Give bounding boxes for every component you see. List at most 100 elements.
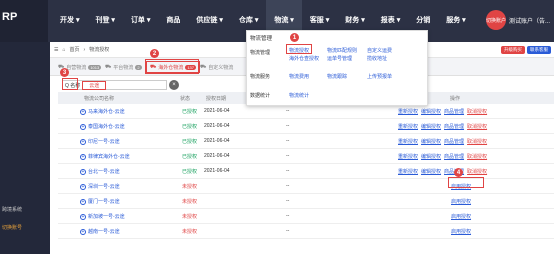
highlight-box: [448, 177, 484, 188]
table-row: + 厦门一号-云途 未授权 -- 启用授权: [58, 194, 554, 209]
row-note: --: [286, 168, 290, 174]
tab-platform-logistics[interactable]: ⛟ 平台物流 2: [105, 61, 142, 73]
nav-label: 仓库: [238, 17, 253, 24]
reauthorize-link[interactable]: 重新授权: [398, 124, 418, 130]
cancel-auth-link[interactable]: 取消授权: [467, 124, 487, 130]
auth-date: 2021-06-04: [204, 123, 230, 129]
enable-auth-link[interactable]: 启用授权: [451, 199, 471, 205]
row-name: 越南一号-云途: [88, 229, 120, 235]
row-name: 新加坡一号-云途: [88, 214, 125, 220]
logistics-name-link[interactable]: + 越南一号-云途: [80, 228, 120, 235]
status-badge: 已授权: [182, 154, 198, 160]
row-note: --: [286, 183, 290, 189]
product-manage-link[interactable]: 商品管理: [444, 109, 464, 115]
cancel-auth-link[interactable]: 取消授权: [467, 154, 487, 160]
breadcrumb-current: 物流授权: [89, 47, 110, 53]
menu-item-upload-forecast[interactable]: 上传预报单: [367, 73, 392, 80]
nav-develop[interactable]: 开发 ▾: [52, 0, 87, 42]
sidebar-item-cross-border[interactable]: 跨境系统: [2, 206, 22, 213]
nav-supply[interactable]: 供应链 ▾: [188, 0, 230, 42]
expand-icon: +: [80, 169, 86, 175]
nav-services[interactable]: 服务 ▾: [438, 0, 473, 42]
reauthorize-link[interactable]: 重新授权: [398, 154, 418, 160]
contact-service-button[interactable]: 联系客服: [527, 46, 551, 54]
edit-auth-link[interactable]: 编辑授权: [421, 139, 441, 145]
sidebar-item-switch-account[interactable]: 切换账号: [2, 224, 22, 231]
menu-item-custom-freight[interactable]: 自定义运费: [367, 47, 392, 54]
logistics-dropdown-menu: 物流管理 物流管理 物流授权 物流匹配规则 自定义运费 海外仓查授权 运单号管理…: [246, 30, 428, 106]
edit-auth-link[interactable]: 编辑授权: [421, 169, 441, 175]
logistics-name-link[interactable]: + 厦门一号-云途: [80, 198, 120, 205]
tab-count: 1013: [88, 64, 102, 70]
nav-products[interactable]: 商品: [158, 0, 188, 42]
expand-icon: +: [80, 154, 86, 160]
nav-label: 物流: [274, 17, 289, 24]
menu-icon[interactable]: ☰: [50, 47, 58, 53]
logistics-name-link[interactable]: + 泰国海外仓-云途: [80, 123, 125, 130]
status-badge: 已授权: [182, 124, 198, 130]
reauthorize-link[interactable]: 重新授权: [398, 139, 418, 145]
menu-item-logistics-fee[interactable]: 物流费用: [289, 73, 309, 80]
status-badge: 未授权: [182, 229, 198, 235]
status-badge: 未授权: [182, 184, 198, 190]
nav-label: 商品: [166, 17, 181, 24]
row-note: --: [286, 138, 290, 144]
auth-date: 2021-06-04: [204, 108, 230, 114]
menu-item-pickup-address[interactable]: 揽收地址: [367, 55, 387, 62]
menu-item-tracking[interactable]: 物流跟踪: [327, 73, 347, 80]
nav-listing[interactable]: 刊登 ▾: [87, 0, 122, 42]
row-actions: 重新授权编辑授权商品管理取消授权: [398, 168, 490, 175]
table-row: + 马来海外仓-云途 已授权 2021-06-04 -- 重新授权 编辑授权 商品管理…: [58, 104, 554, 119]
row-actions: 启用授权: [451, 213, 474, 220]
menu-item-overseas-auth[interactable]: 海外仓查授权: [289, 55, 319, 62]
expand-icon: +: [80, 124, 86, 130]
product-manage-link[interactable]: 商品管理: [444, 154, 464, 160]
tab-label: 平台物流: [113, 64, 134, 71]
tab-label: 自营物流: [66, 64, 87, 71]
brand-logo[interactable]: RP: [0, 0, 48, 42]
cancel-auth-link[interactable]: 取消授权: [467, 109, 487, 115]
row-note: --: [286, 213, 290, 219]
tab-custom-logistics[interactable]: ⛟ 自定义物流: [200, 61, 233, 73]
product-manage-link[interactable]: 商品管理: [444, 139, 464, 145]
expand-icon: +: [80, 199, 86, 205]
column-header: 物流公司名称: [84, 96, 115, 102]
menu-item-tracking-number[interactable]: 运单号管理: [327, 55, 352, 62]
dropdown-group-label: 物流服务: [250, 74, 271, 80]
nav-label: 报表: [380, 17, 395, 24]
row-name: 深圳一号-云途: [88, 184, 120, 190]
step-marker: 4: [454, 168, 463, 177]
cancel-auth-link[interactable]: 取消授权: [467, 169, 487, 175]
user-menu[interactable]: 切换账户 测试账户（告...: [485, 10, 550, 30]
nav-label: 分销: [416, 17, 431, 24]
truck-icon: ⛟: [200, 63, 207, 70]
breadcrumb-home[interactable]: 首页: [66, 46, 80, 53]
product-manage-link[interactable]: 商品管理: [444, 124, 464, 130]
home-icon: ⌂: [62, 46, 66, 53]
enable-auth-link[interactable]: 启用授权: [451, 214, 471, 220]
clear-icon[interactable]: ×: [169, 80, 179, 90]
expand-icon: +: [80, 109, 86, 115]
cancel-auth-link[interactable]: 取消授权: [467, 139, 487, 145]
logistics-name-link[interactable]: + 菲律宾海外仓-云途: [80, 153, 130, 160]
reauthorize-link[interactable]: 重新授权: [398, 109, 418, 115]
logistics-name-link[interactable]: + 印尼一号-云途: [80, 138, 120, 145]
edit-auth-link[interactable]: 编辑授权: [421, 109, 441, 115]
auth-date: 2021-06-04: [204, 138, 230, 144]
logistics-name-link[interactable]: + 马来海外仓-云途: [80, 108, 125, 115]
edit-auth-link[interactable]: 编辑授权: [421, 124, 441, 130]
logistics-name-link[interactable]: + 深圳一号-云途: [80, 183, 120, 190]
logistics-name-link[interactable]: + 新加坡一号-云途: [80, 213, 125, 220]
edit-auth-link[interactable]: 编辑授权: [421, 154, 441, 160]
enable-auth-link[interactable]: 启用授权: [451, 229, 471, 235]
logistics-name-link[interactable]: + 台北一号-云途: [80, 168, 120, 175]
menu-item-logistics-stats[interactable]: 物流统计: [289, 92, 309, 99]
menu-item-match-rules[interactable]: 物流匹配规则: [327, 47, 357, 54]
upgrade-button[interactable]: 升级购买: [501, 46, 525, 54]
status-badge: 已授权: [182, 169, 198, 175]
reauthorize-link[interactable]: 重新授权: [398, 169, 418, 175]
row-name: 印尼一号-云途: [88, 139, 120, 145]
nav-orders[interactable]: 订单 ▾: [123, 0, 158, 42]
step-marker: 1: [290, 33, 299, 42]
step-marker: 2: [150, 49, 159, 58]
